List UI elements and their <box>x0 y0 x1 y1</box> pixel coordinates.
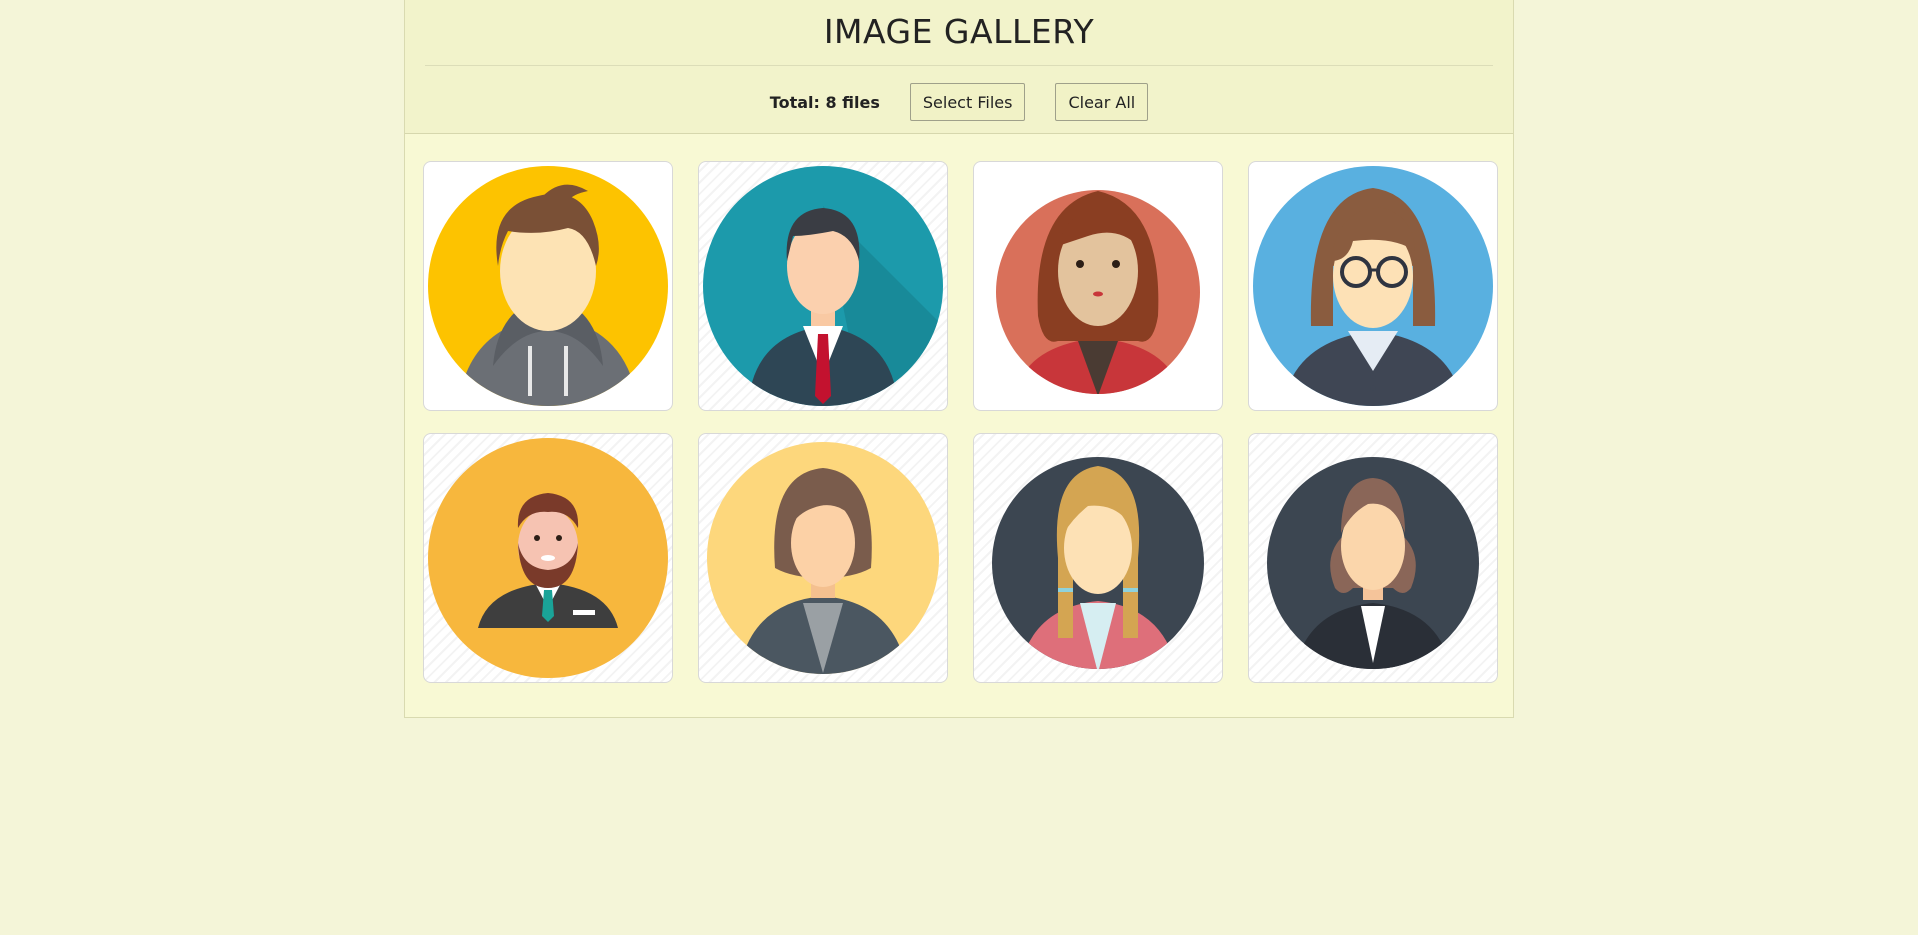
select-files-button[interactable]: Select Files <box>909 83 1026 121</box>
avatar-woman-blazer-icon <box>707 442 939 674</box>
avatar-girl-braids-icon <box>992 457 1204 669</box>
gallery-item[interactable] <box>1248 433 1498 683</box>
avatar-woman-red-hair-icon <box>996 190 1200 394</box>
gallery-item[interactable] <box>423 161 673 411</box>
header-divider <box>425 65 1493 66</box>
avatar-woman-bun-icon <box>1267 457 1479 669</box>
gallery-header: IMAGE GALLERY Total: 8 files Select File… <box>405 0 1513 134</box>
avatar-man-hoodie-icon <box>428 166 668 406</box>
gallery-item[interactable] <box>698 433 948 683</box>
toolbar: Total: 8 files Select Files Clear All <box>405 83 1513 121</box>
avatar-woman-glasses-icon <box>1253 166 1493 406</box>
page-title: IMAGE GALLERY <box>823 12 1095 51</box>
gallery-panel: IMAGE GALLERY Total: 8 files Select File… <box>404 0 1514 718</box>
image-grid <box>423 161 1498 683</box>
gallery-item[interactable] <box>423 433 673 683</box>
gallery-item[interactable] <box>973 161 1223 411</box>
avatar-man-suit-red-tie-icon <box>703 166 943 406</box>
clear-all-button[interactable]: Clear All <box>1055 83 1149 121</box>
gallery-item[interactable] <box>698 161 948 411</box>
avatar-man-beard-icon <box>428 438 668 678</box>
gallery-item[interactable] <box>973 433 1223 683</box>
total-files-label: Total: 8 files <box>769 92 880 112</box>
gallery-item[interactable] <box>1248 161 1498 411</box>
